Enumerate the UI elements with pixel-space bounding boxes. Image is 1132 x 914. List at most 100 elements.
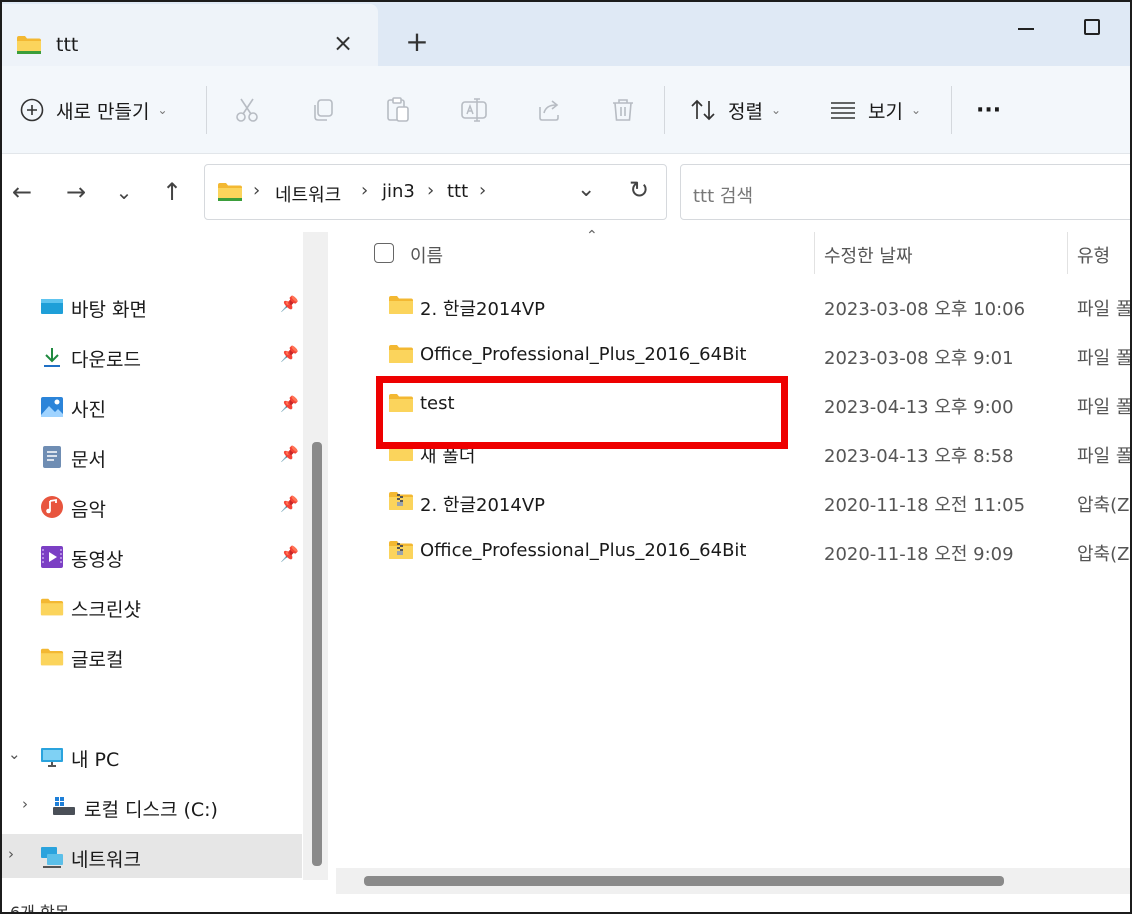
delete-button[interactable] bbox=[610, 66, 636, 154]
sidebar-scrollbar-thumb[interactable] bbox=[312, 442, 322, 866]
pin-icon[interactable]: 📌 bbox=[280, 495, 299, 513]
file-name: 2. 한글2014VP bbox=[420, 495, 545, 516]
paste-icon bbox=[387, 97, 409, 122]
sidebar-item-desktop[interactable]: 바탕 화면 📌 bbox=[2, 284, 302, 328]
address-bar[interactable]: › 네트워크 › jin3 › ttt › ⌄ ↻ bbox=[204, 164, 667, 220]
new-tab-button[interactable]: + bbox=[405, 28, 429, 56]
sidebar-item-this-pc[interactable]: ⌄ 내 PC bbox=[2, 734, 302, 778]
column-header-type[interactable]: 유형 bbox=[1077, 242, 1110, 268]
sidebar-item-screenshots[interactable]: 스크린샷 bbox=[2, 584, 302, 628]
folder-icon bbox=[389, 296, 413, 314]
file-type: 파일 폴 bbox=[1077, 446, 1132, 467]
folder-icon bbox=[17, 36, 41, 54]
file-modified: 2023-04-13 오후 9:00 bbox=[824, 397, 1014, 418]
sidebar-item-downloads[interactable]: 다운로드 📌 bbox=[2, 334, 302, 378]
file-modified: 2023-03-08 오후 10:06 bbox=[824, 299, 1026, 320]
file-name: Office_Professional_Plus_2016_64Bit bbox=[420, 540, 747, 561]
new-button-label: 새로 만들기 bbox=[56, 100, 150, 123]
pin-icon[interactable]: 📌 bbox=[280, 545, 299, 563]
command-bar: 새로 만들기 ⌄ 정렬 ⌄ 보기 ⌄ ··· bbox=[2, 66, 1130, 154]
sidebar-item-label: 내 PC bbox=[71, 749, 120, 771]
maximize-button[interactable] bbox=[1084, 19, 1100, 35]
search-box[interactable]: ttt 검색 bbox=[680, 164, 1130, 220]
sidebar-item-glocal[interactable]: 글로컬 bbox=[2, 634, 302, 678]
more-icon: ··· bbox=[976, 97, 1002, 123]
more-options-button[interactable]: ··· bbox=[976, 66, 1001, 154]
sidebar-item-documents[interactable]: 문서 📌 bbox=[2, 434, 302, 478]
tab-ttt[interactable]: ttt × bbox=[2, 4, 378, 66]
close-tab-button[interactable]: × bbox=[332, 31, 354, 55]
sidebar-item-network[interactable]: › 네트워크 bbox=[2, 834, 302, 878]
folder-icon bbox=[389, 345, 413, 363]
pin-icon[interactable]: 📌 bbox=[280, 445, 299, 463]
computer-icon bbox=[41, 748, 63, 767]
chevron-down-icon[interactable]: ⌄ bbox=[8, 745, 21, 763]
pin-icon[interactable]: 📌 bbox=[280, 345, 299, 363]
select-all-checkbox[interactable] bbox=[374, 243, 394, 263]
pin-icon[interactable]: 📌 bbox=[280, 295, 299, 313]
chevron-right-icon[interactable]: › bbox=[22, 795, 28, 813]
sidebar-item-local-disk[interactable]: › 로컬 디스크 (C:) bbox=[2, 784, 302, 828]
copy-button[interactable] bbox=[310, 66, 336, 154]
sidebar-item-label: 스크린샷 bbox=[71, 599, 141, 621]
breadcrumb-jin3[interactable]: jin3 bbox=[382, 181, 415, 202]
file-name: Office_Professional_Plus_2016_64Bit bbox=[420, 344, 747, 365]
file-row[interactable]: Office_Professional_Plus_2016_64Bit 2020-… bbox=[328, 527, 1130, 575]
sort-label: 정렬 bbox=[728, 100, 763, 123]
file-explorer-window: ttt × + 새로 만들기 ⌄ 정렬 ⌄ 보기 ⌄ ··· ← → ⌄ ↑ ›… bbox=[0, 0, 1132, 914]
forward-button[interactable]: → bbox=[62, 178, 90, 206]
minimize-button[interactable] bbox=[1018, 28, 1034, 30]
title-bar: ttt × + bbox=[2, 2, 1130, 66]
column-header-name[interactable]: 이름 bbox=[410, 242, 443, 268]
file-name: 2. 한글2014VP bbox=[420, 299, 545, 320]
refresh-button[interactable]: ↻ bbox=[629, 176, 649, 204]
sidebar-item-pictures[interactable]: 사진 📌 bbox=[2, 384, 302, 428]
search-placeholder: ttt 검색 bbox=[693, 186, 754, 207]
address-dropdown-button[interactable]: ⌄ bbox=[577, 177, 595, 202]
navigation-pane: 바탕 화면 📌 다운로드 📌 사진 📌 문서 📌 음악 📌 동영상 📌 스크린샷… bbox=[2, 232, 328, 912]
file-icon bbox=[388, 295, 414, 319]
new-button[interactable]: 새로 만들기 ⌄ bbox=[20, 66, 168, 154]
zip-folder-icon bbox=[389, 541, 413, 559]
sort-icon bbox=[691, 99, 715, 121]
sidebar-item-label: 동영상 bbox=[71, 549, 124, 571]
file-type: 압축(Z bbox=[1077, 495, 1130, 516]
file-row[interactable]: Office_Professional_Plus_2016_64Bit 2023-… bbox=[328, 331, 1130, 379]
view-button[interactable]: 보기 ⌄ bbox=[830, 66, 921, 154]
pin-icon[interactable]: 📌 bbox=[280, 395, 299, 413]
column-header-modified[interactable]: 수정한 날짜 bbox=[824, 242, 913, 268]
highlight-box bbox=[376, 376, 788, 449]
cut-button[interactable] bbox=[234, 66, 260, 154]
zip-folder-icon bbox=[389, 492, 413, 510]
horizontal-scrollbar-thumb[interactable] bbox=[364, 876, 1004, 886]
sidebar-item-videos[interactable]: 동영상 📌 bbox=[2, 534, 302, 578]
music-icon bbox=[41, 496, 63, 518]
share-button[interactable] bbox=[536, 66, 562, 154]
recent-locations-button[interactable]: ⌄ bbox=[110, 178, 138, 206]
breadcrumb-ttt[interactable]: ttt bbox=[447, 181, 468, 202]
sort-button[interactable]: 정렬 ⌄ bbox=[690, 66, 781, 154]
toolbar-divider bbox=[951, 86, 952, 134]
up-button[interactable]: ↑ bbox=[158, 178, 186, 206]
file-row[interactable]: 2. 한글2014VP 2023-03-08 오후 10:06 파일 폴 bbox=[328, 282, 1130, 330]
chevron-right-icon[interactable]: › bbox=[8, 845, 14, 863]
column-divider[interactable] bbox=[814, 232, 815, 274]
cut-icon bbox=[236, 98, 258, 122]
rename-button[interactable] bbox=[460, 66, 488, 154]
breadcrumb-network[interactable]: 네트워크 bbox=[275, 181, 341, 207]
file-modified: 2023-03-08 오후 9:01 bbox=[824, 348, 1014, 369]
sidebar-item-label: 네트워크 bbox=[71, 849, 141, 871]
file-row[interactable]: 2. 한글2014VP 2020-11-18 오전 11:05 압축(Z bbox=[328, 478, 1130, 526]
chevron-down-icon: ⌄ bbox=[910, 103, 922, 117]
documents-icon bbox=[43, 446, 61, 468]
sidebar-item-label: 문서 bbox=[71, 449, 106, 471]
chevron-right-icon: › bbox=[427, 180, 435, 201]
back-button[interactable]: ← bbox=[8, 178, 36, 206]
file-modified: 2020-11-18 오전 9:09 bbox=[824, 544, 1014, 565]
share-icon bbox=[539, 100, 559, 121]
column-divider[interactable] bbox=[1067, 232, 1068, 274]
file-modified: 2023-04-13 오후 8:58 bbox=[824, 446, 1014, 467]
view-list-icon bbox=[831, 102, 855, 119]
sidebar-item-music[interactable]: 음악 📌 bbox=[2, 484, 302, 528]
paste-button[interactable] bbox=[385, 66, 411, 154]
